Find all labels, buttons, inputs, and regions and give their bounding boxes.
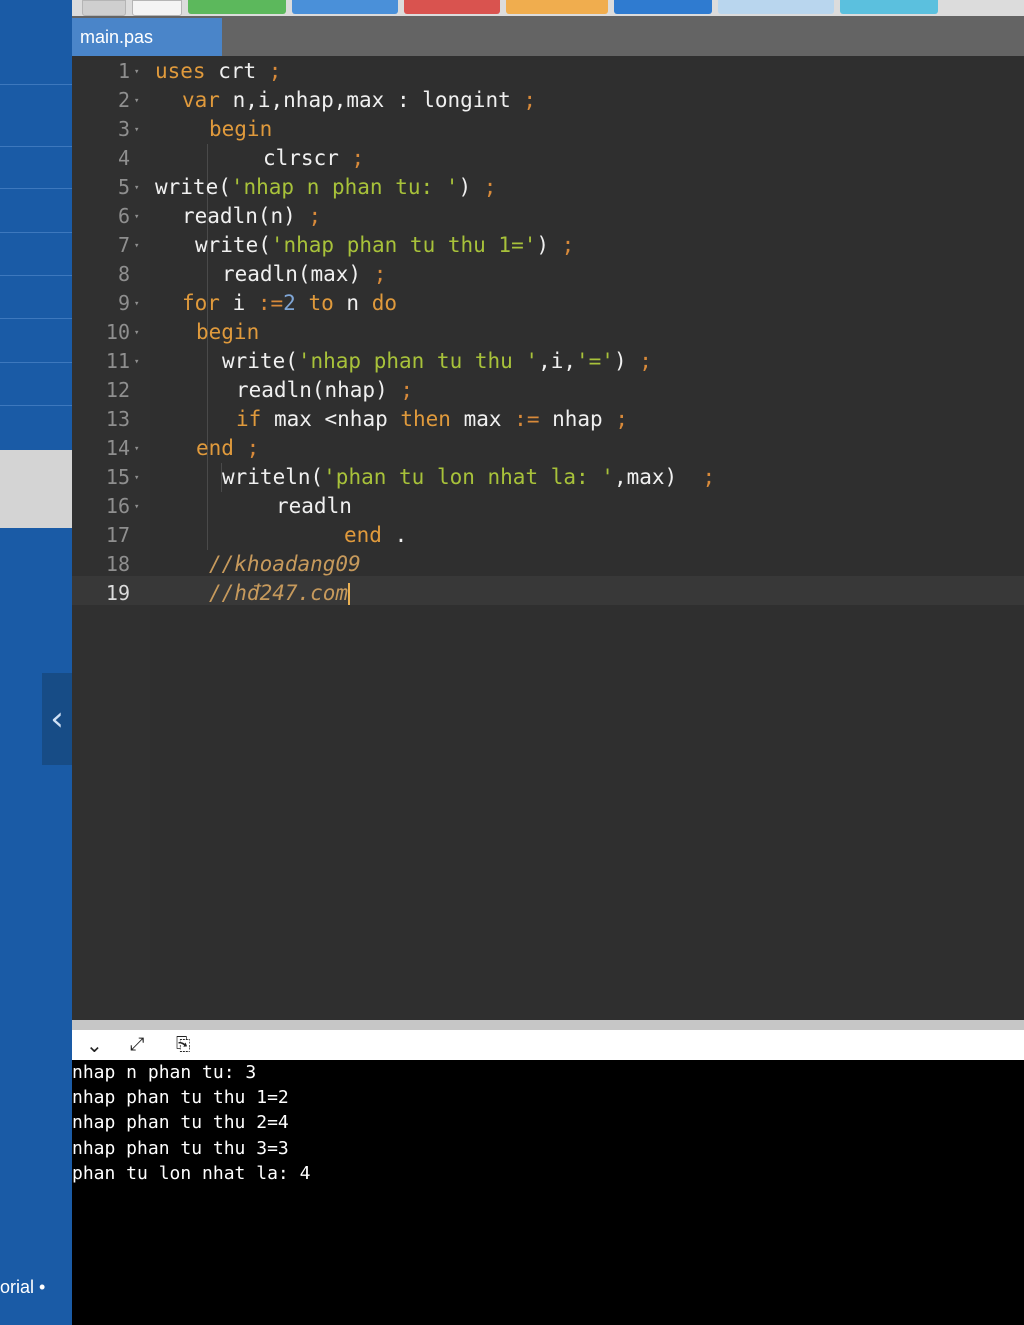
chevron-down-icon[interactable]: ⌄ [86, 1034, 103, 1056]
code-line: uses crt ; [155, 59, 282, 83]
debug-button[interactable] [292, 0, 398, 14]
sidebar-divider [0, 362, 72, 363]
code-line: for i :=2 to n do [182, 291, 398, 315]
share-button[interactable] [506, 0, 608, 14]
download-button[interactable] [840, 0, 938, 14]
console-line: nhap n phan tu: 3 [72, 1062, 257, 1083]
sidebar-divider [0, 275, 72, 276]
code-line: readln(nhap) ; [236, 378, 414, 402]
chevron-left-icon: ‹ [50, 699, 64, 739]
fold-arrow-icon[interactable]: ▾ [134, 434, 139, 463]
fold-arrow-icon[interactable]: ▾ [134, 115, 139, 144]
line-number: 19 [105, 581, 130, 605]
code-line: write('nhap n phan tu: ') ; [155, 175, 497, 199]
line-number: 13 [105, 407, 130, 431]
line-number: 7 [117, 233, 130, 257]
line-number: 2 [117, 88, 130, 112]
tab-main-pas[interactable]: main.pas [72, 18, 222, 56]
line-number: 11 [105, 349, 130, 373]
fold-arrow-icon[interactable]: ▾ [134, 57, 139, 86]
line-number: 4 [117, 146, 130, 170]
sidebar-divider [0, 318, 72, 319]
fold-arrow-icon[interactable]: ▾ [134, 173, 139, 202]
fold-arrow-icon[interactable]: ▾ [134, 86, 139, 115]
toolbar [72, 0, 1024, 16]
code-line: readln(max) ; [222, 262, 387, 286]
line-number: 14 [105, 436, 130, 460]
code-editor[interactable]: 1 ▾ uses crt ; 2 ▾ var n,i,nhap,max : longint… [72, 56, 1024, 1020]
line-number: 6 [117, 204, 130, 228]
save-button[interactable] [614, 0, 712, 14]
line-number: 8 [117, 262, 130, 286]
file-tab-bar: main.pas [72, 16, 1024, 56]
console-line: phan tu lon nhat la: 4 [72, 1163, 311, 1184]
line-number: 12 [105, 378, 130, 402]
sidebar-footer-link[interactable]: orial • [0, 1277, 45, 1298]
code-line: writeln('phan tu lon nhat la: ',max) ; [222, 465, 716, 489]
sidebar-selected-item[interactable] [0, 450, 72, 528]
sidebar-divider [0, 232, 72, 233]
sidebar-divider [0, 146, 72, 147]
stop-button[interactable] [404, 0, 500, 14]
sidebar-divider [0, 405, 72, 406]
line-number: 18 [105, 552, 130, 576]
code-line: var n,i,nhap,max : longint ; [182, 88, 537, 112]
fold-arrow-icon[interactable]: ▾ [134, 318, 139, 347]
line-number: 5 [117, 175, 130, 199]
upload-button[interactable] [132, 0, 182, 16]
console-toolbar: ⌄ ⤢ ⎘ [72, 1030, 1024, 1060]
code-line: begin [196, 320, 260, 344]
fold-arrow-icon[interactable]: ▾ [134, 289, 139, 318]
console-splitter[interactable] [72, 1020, 1024, 1030]
fold-arrow-icon[interactable]: ▾ [134, 231, 139, 260]
code-line: if max <nhap then max := nhap ; [236, 407, 628, 431]
left-sidebar: ‹ orial • [0, 0, 72, 1325]
fold-arrow-icon[interactable]: ▾ [134, 202, 139, 231]
run-button[interactable] [188, 0, 286, 14]
code-line: //hđ247.com [209, 581, 351, 605]
code-line: clrscr ; [263, 146, 365, 170]
copy-icon[interactable]: ⎘ [176, 1034, 190, 1056]
console-line: nhap phan tu thu 2=4 [72, 1112, 289, 1133]
sidebar-collapse-button[interactable]: ‹ [42, 673, 72, 765]
console-line: nhap phan tu thu 3=3 [72, 1138, 289, 1159]
fold-arrow-icon[interactable]: ▾ [134, 463, 139, 492]
fold-arrow-icon[interactable]: ▾ [134, 347, 139, 376]
code-line: //khoadang09 [209, 552, 361, 576]
code-line: end ; [196, 436, 260, 460]
new-file-button[interactable] [82, 0, 126, 16]
console-output[interactable]: nhap n phan tu: 3 nhap phan tu thu 1=2 n… [72, 1060, 1024, 1325]
fold-arrow-icon[interactable]: ▾ [134, 492, 139, 521]
line-number: 3 [117, 117, 130, 141]
expand-icon[interactable]: ⤢ [130, 1034, 144, 1056]
code-line: write('nhap phan tu thu 1=') ; [195, 233, 575, 257]
text-cursor [348, 583, 351, 605]
line-number: 10 [105, 320, 130, 344]
code-line: begin [209, 117, 273, 141]
line-number: 9 [117, 291, 130, 315]
beautify-button[interactable] [718, 0, 834, 14]
sidebar-divider [0, 188, 72, 189]
code-line: readln(n) ; [182, 204, 322, 228]
line-number: 1 [117, 59, 130, 83]
line-number: 15 [105, 465, 130, 489]
console-line: nhap phan tu thu 1=2 [72, 1087, 289, 1108]
line-number: 17 [105, 523, 130, 547]
code-line: write('nhap phan tu thu ',i,'=') ; [222, 349, 652, 373]
line-number: 16 [105, 494, 130, 518]
sidebar-divider [0, 84, 72, 85]
code-line: readln [276, 494, 352, 518]
code-line: end . [344, 523, 408, 547]
